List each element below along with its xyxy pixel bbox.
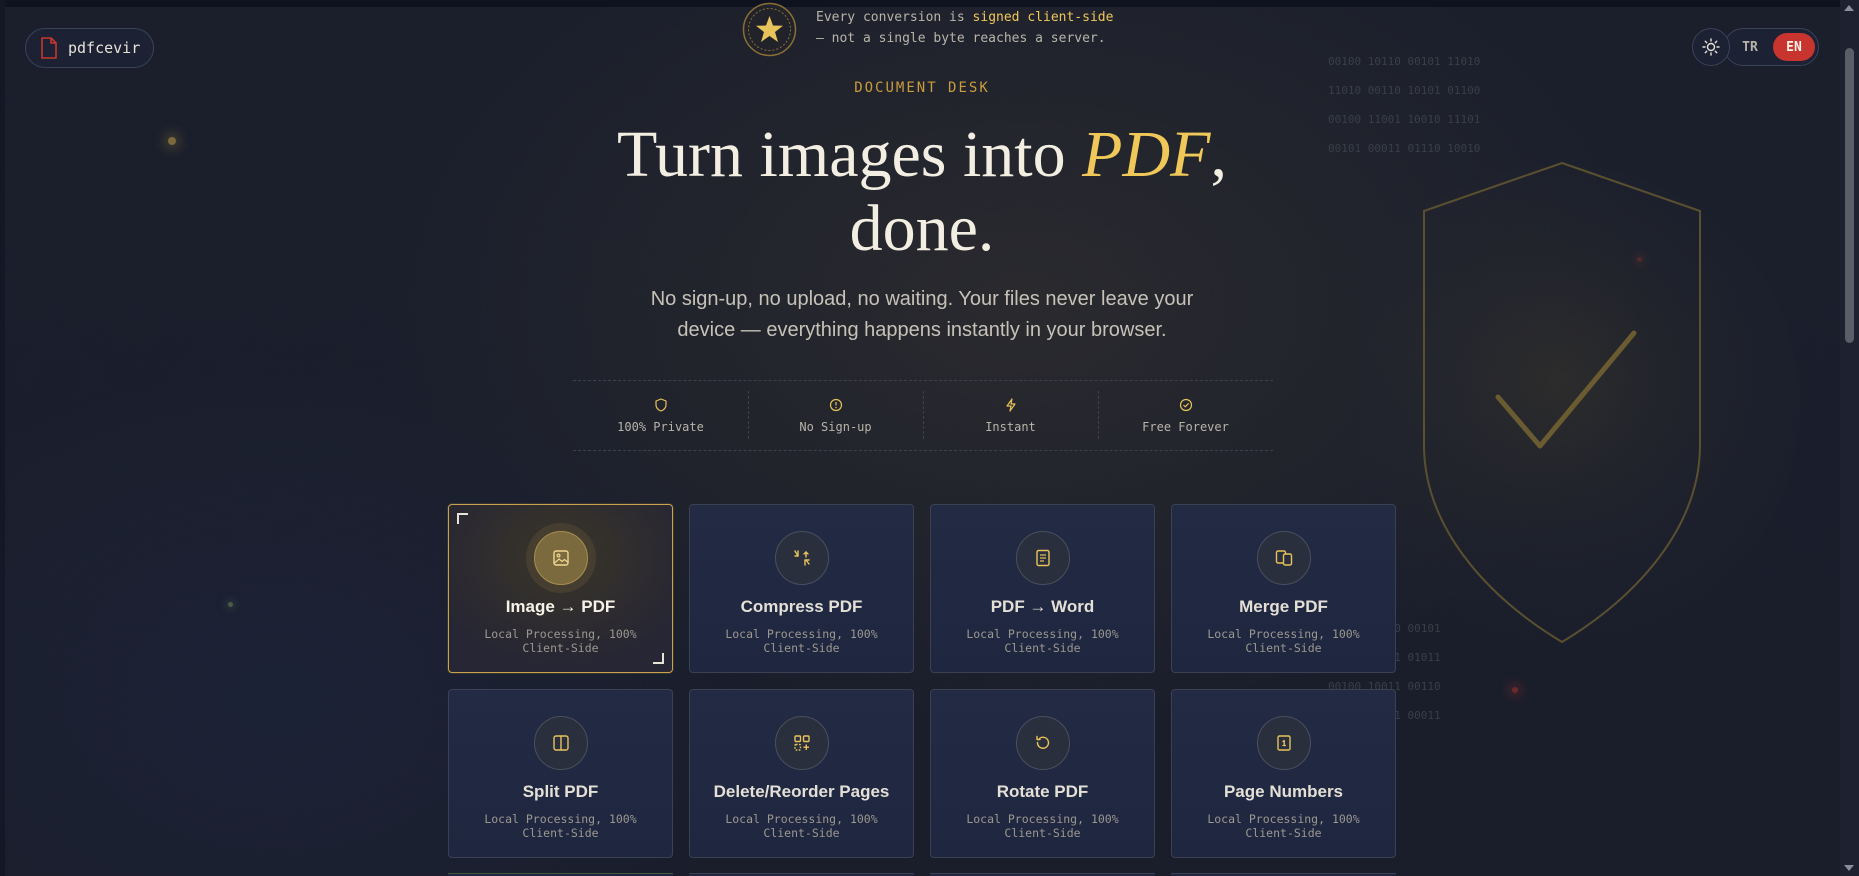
page-title: Turn images into PDF, done. [0, 118, 1844, 266]
corner-mark [457, 513, 468, 524]
no-server-note: — not a single byte reaches a server. [816, 31, 1106, 46]
tool-name: Page Numbers [1223, 782, 1344, 801]
tool-description: Local Processing, 100% Client-Side [725, 627, 878, 655]
document-icon [1035, 549, 1050, 567]
compress-icon [793, 550, 810, 566]
grid-plus-icon [793, 735, 810, 751]
tool-name: Split PDF [522, 782, 599, 801]
tool-description: Local Processing, 100% Client-Side [725, 812, 878, 840]
logo-text: pdfcevir [68, 39, 141, 57]
tool-icon-wrap [533, 716, 588, 770]
pdf-file-icon [41, 37, 57, 59]
signed-client-side-note: Every conversion is signed client-side [816, 10, 1113, 25]
corner-mark [653, 653, 664, 664]
tool-card-merge-pdf[interactable]: Merge PDF Local Processing, 100% Client-… [1171, 504, 1396, 673]
tool-name: Compress PDF [740, 597, 863, 616]
image-icon [552, 550, 569, 566]
tool-icon-wrap [1015, 531, 1070, 585]
binary-line: 00100 10110 00101 11010 [1328, 55, 1481, 68]
rotate-icon [1035, 735, 1049, 749]
lang-tr-button[interactable]: TR [1729, 33, 1771, 61]
eyebrow-label: DOCUMENT DESK [854, 80, 990, 96]
tool-name: Delete/Reorder Pages [713, 782, 890, 801]
tool-description: Local Processing, 100% Client-Side [966, 812, 1119, 840]
tool-grid: Image → PDF Local Processing, 100% Clien… [448, 504, 1398, 858]
tool-icon-wrap [774, 531, 829, 585]
page-scrollbar[interactable] [1840, 0, 1859, 876]
feature-private: 100% Private [573, 381, 748, 450]
headline-text: done. [849, 192, 995, 265]
tool-card-page-numbers[interactable]: Page Numbers Local Processing, 100% Clie… [1171, 689, 1396, 858]
language-switcher: TR EN [1724, 28, 1819, 66]
feature-label: 100% Private [617, 419, 704, 434]
ambient-glow [1512, 687, 1518, 693]
logo-home-link[interactable]: pdfcevir [25, 28, 154, 68]
star-seal-icon [742, 2, 797, 57]
tool-description: Local Processing, 100% Client-Side [966, 627, 1119, 655]
tool-description: Local Processing, 100% Client-Side [484, 812, 637, 840]
tool-card-image-to-pdf[interactable]: Image → PDF Local Processing, 100% Clien… [448, 504, 673, 673]
hero-subtitle: No sign-up, no upload, no waiting. Your … [650, 288, 1194, 341]
merge-icon [1275, 550, 1292, 566]
feature-no-signup: No Sign-up [748, 381, 923, 450]
page-number-icon [1276, 735, 1291, 751]
sun-icon [1702, 38, 1720, 56]
tool-description: Local Processing, 100% Client-Side [1207, 812, 1360, 840]
scroll-up-arrow-icon[interactable] [1844, 5, 1854, 11]
tool-description: Local Processing, 100% Client-Side [484, 627, 637, 655]
headline-text: Turn images into [617, 118, 1083, 191]
feature-strip: 100% Private No Sign-up Instant Free For… [573, 380, 1273, 451]
theme-toggle-button[interactable] [1692, 28, 1730, 66]
feature-label: Free Forever [1142, 419, 1229, 434]
tool-icon-wrap [533, 531, 588, 585]
check-circle-icon [1179, 398, 1192, 411]
headline-text: , [1210, 118, 1227, 191]
shield-icon [654, 397, 667, 412]
tool-name: PDF → Word [990, 597, 1095, 616]
bolt-icon [1005, 397, 1016, 412]
tool-icon-wrap [1256, 531, 1311, 585]
scroll-down-arrow-icon[interactable] [1844, 865, 1854, 871]
ambient-glow [228, 602, 233, 607]
tool-icon-wrap [1256, 716, 1311, 770]
tool-card-compress-pdf[interactable]: Compress PDF Local Processing, 100% Clie… [689, 504, 914, 673]
banner-highlight: signed client-side [972, 10, 1114, 25]
lang-en-button[interactable]: EN [1773, 33, 1815, 61]
tool-icon-wrap [774, 716, 829, 770]
feature-free: Free Forever [1098, 381, 1273, 450]
tool-card-split-pdf[interactable]: Split PDF Local Processing, 100% Client-… [448, 689, 673, 858]
tool-card-pdf-to-word[interactable]: PDF → Word Local Processing, 100% Client… [930, 504, 1155, 673]
window-top-edge [0, 0, 1859, 7]
banner-text: Every conversion is [816, 10, 973, 25]
tool-name: Rotate PDF [996, 782, 1089, 801]
split-icon [552, 735, 569, 751]
feature-instant: Instant [923, 381, 1098, 450]
scrollbar-thumb[interactable] [1845, 48, 1854, 343]
tool-name: Merge PDF [1239, 597, 1328, 616]
tool-description: Local Processing, 100% Client-Side [1207, 627, 1360, 655]
tool-name: Image → PDF [505, 597, 616, 616]
tool-card-rotate-pdf[interactable]: Rotate PDF Local Processing, 100% Client… [930, 689, 1155, 858]
feature-label: No Sign-up [799, 419, 872, 434]
feature-label: Instant [985, 419, 1036, 434]
tool-icon-wrap [1015, 716, 1070, 770]
alert-circle-icon [829, 398, 842, 411]
headline-accent: PDF [1082, 118, 1211, 191]
tool-card-reorder-pages[interactable]: Delete/Reorder Pages Local Processing, 1… [689, 689, 914, 858]
